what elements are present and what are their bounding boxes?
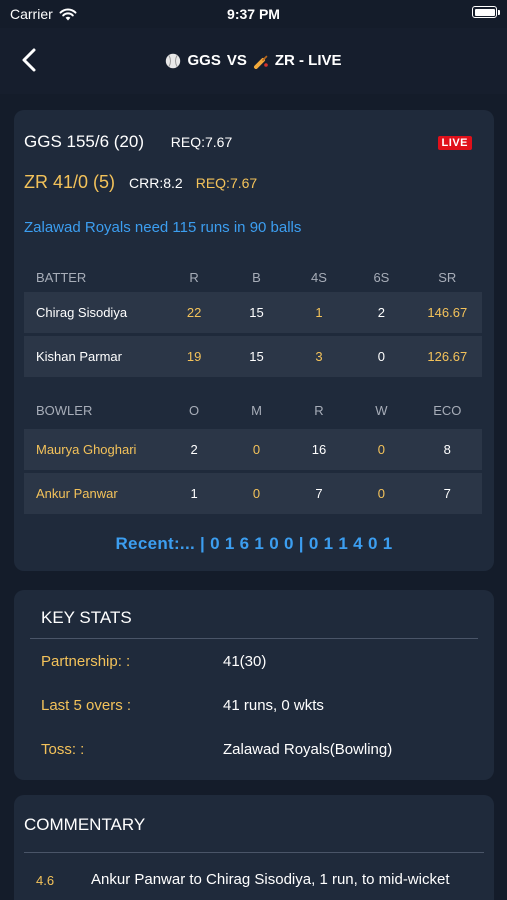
cricket-bat-icon [253, 55, 268, 69]
header-wickets: W [375, 402, 388, 418]
page-title: GGS VS ZR - LIVE [0, 52, 507, 69]
batter-sixes: 0 [377, 349, 385, 364]
status-time: 9:37 PM [227, 6, 280, 22]
nav-bar: GGS VS ZR - LIVE [0, 28, 507, 94]
bowler-runs: 7 [315, 486, 323, 501]
divider [30, 638, 478, 639]
bowler-name: Ankur Panwar [36, 486, 118, 501]
team-b-crr: CRR:8.2 [129, 175, 183, 191]
key-stats-title: KEY STATS [41, 608, 132, 627]
header-sixes: 6S [373, 269, 390, 285]
batter-row[interactable]: Kishan Parmar 19 15 3 0 126.67 [24, 336, 482, 378]
stat-row-last-5-overs: Last 5 overs : 41 runs, 0 wkts [41, 697, 481, 714]
header-batter: BATTER [36, 269, 87, 285]
batter-fours: 3 [315, 349, 323, 364]
stat-label: Toss: : [41, 741, 85, 758]
batter-strike-rate: 126.67 [427, 349, 468, 364]
commentary-card: COMMENTARY 4.6 Ankur Panwar to Chirag Si… [14, 795, 494, 900]
header-economy: ECO [433, 402, 462, 418]
bowler-wickets: 0 [377, 442, 385, 457]
bowler-maidens: 0 [252, 486, 261, 501]
header-maidens: M [251, 402, 262, 418]
bowling-header: BOWLER O M R W ECO [24, 389, 482, 431]
batter-sixes: 2 [377, 305, 385, 320]
recent-balls: Recent:... | 0 1 6 1 0 0 | 0 1 1 4 0 1 [115, 534, 393, 553]
status-bar: Carrier 9:37 PM [0, 0, 507, 28]
stat-value: 41 runs, 0 wkts [223, 697, 324, 714]
team-b-req: REQ:7.67 [195, 175, 258, 191]
batter-strike-rate: 146.67 [427, 305, 468, 320]
bowler-overs: 1 [190, 486, 198, 501]
batter-name: Kishan Parmar [36, 349, 122, 364]
batter-row[interactable]: Chirag Sisodiya 22 15 1 2 146.67 [24, 292, 482, 334]
score-card: GGS 155/6 (20) REQ:7.67 LIVE ZR 41/0 (5)… [14, 110, 494, 571]
stat-label: Partnership: : [41, 653, 131, 670]
team-a-score: GGS 155/6 (20) [24, 132, 145, 151]
key-stats-card: KEY STATS Partnership: : 41(30) Last 5 o… [14, 590, 494, 780]
batter-balls: 15 [249, 349, 264, 364]
team-b-score-line: ZR 41/0 (5) CRR:8.2 REQ:7.67 [24, 172, 257, 193]
bowler-name: Maurya Ghoghari [36, 442, 137, 457]
batter-fours: 1 [315, 305, 323, 320]
live-badge: LIVE [437, 136, 472, 150]
vs-label: VS [226, 52, 247, 69]
team-a-score-line: GGS 155/6 (20) REQ:7.67 [24, 132, 232, 152]
battery-icon [472, 6, 500, 18]
bowler-economy: 8 [443, 442, 451, 457]
header-runs: R [189, 269, 199, 285]
bowler-wickets: 0 [377, 486, 385, 501]
cricket-ball-icon [166, 53, 181, 68]
header-bowler: BOWLER [36, 402, 93, 418]
stat-value: 41(30) [223, 653, 267, 670]
batter-runs: 22 [186, 305, 202, 320]
bowler-row[interactable]: Maurya Ghoghari 2 0 16 0 8 [24, 429, 482, 471]
bowler-economy: 7 [443, 486, 451, 501]
bowler-row[interactable]: Ankur Panwar 1 0 7 0 7 [24, 473, 482, 515]
need-text: Zalawad Royals need 115 runs in 90 balls [24, 219, 302, 236]
team-a-req: REQ:7.67 [170, 134, 233, 150]
stat-row-toss: Toss: : Zalawad Royals(Bowling) [41, 741, 481, 758]
bowler-maidens: 0 [252, 442, 261, 457]
batter-name: Chirag Sisodiya [36, 305, 128, 320]
team-b-score: ZR 41/0 (5) [24, 172, 116, 192]
commentary-title: COMMENTARY [24, 815, 146, 834]
stat-label: Last 5 overs : [41, 697, 132, 714]
bowler-overs: 2 [190, 442, 198, 457]
bowler-runs: 16 [311, 442, 327, 457]
batter-runs: 19 [186, 349, 202, 364]
header-runs-conceded: R [314, 402, 324, 418]
stat-value: Zalawad Royals(Bowling) [223, 741, 393, 758]
stat-row-partnership: Partnership: : 41(30) [41, 653, 481, 670]
team-b-label: ZR - LIVE [274, 52, 342, 69]
header-fours: 4S [311, 269, 327, 285]
commentary-text: Ankur Panwar to Chirag Sisodiya, 1 run, … [91, 871, 450, 888]
commentary-over: 4.6 [36, 873, 55, 888]
header-strike-rate: SR [438, 269, 457, 285]
batter-balls: 15 [249, 305, 264, 320]
header-balls: B [252, 269, 261, 285]
header-overs: O [189, 402, 200, 418]
team-a-label: GGS [187, 52, 221, 69]
divider [24, 852, 484, 853]
